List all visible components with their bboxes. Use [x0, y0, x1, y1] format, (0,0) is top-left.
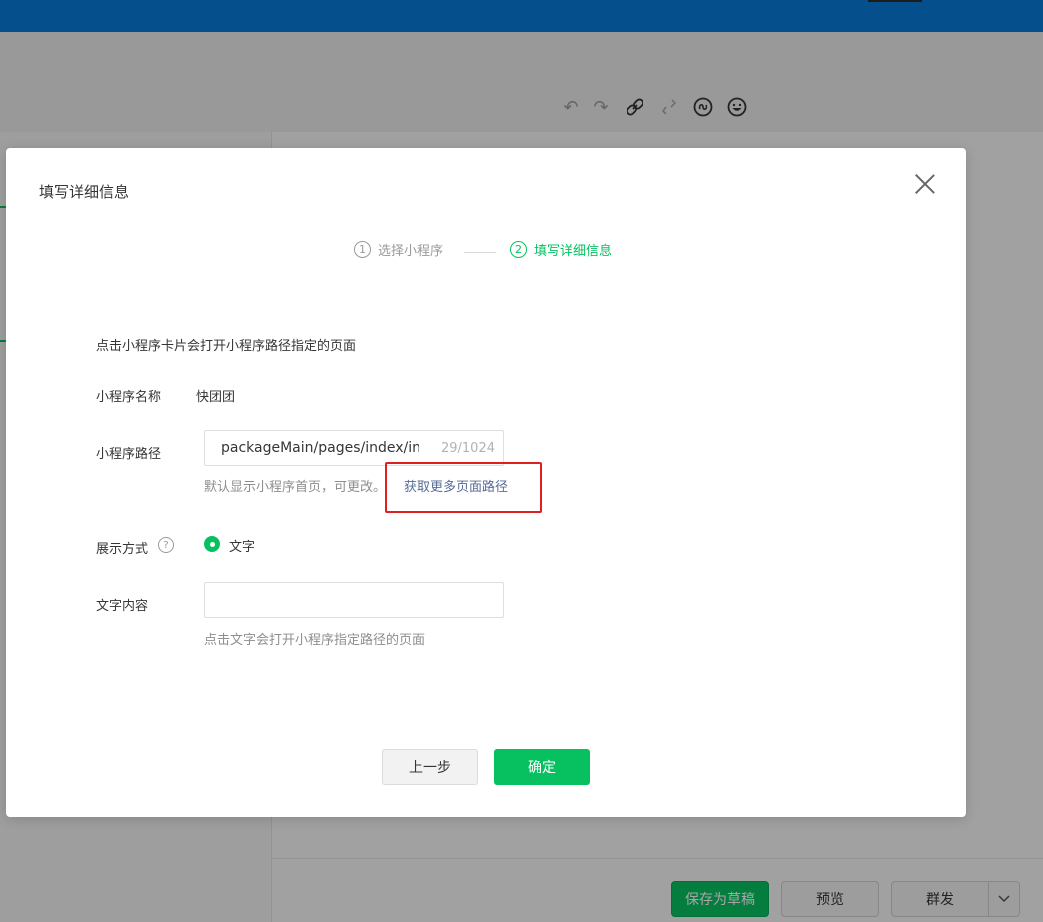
- dialog-description: 点击小程序卡片会打开小程序路径指定的页面: [96, 339, 357, 354]
- text-radio-label[interactable]: 文字: [229, 536, 255, 555]
- text-radio[interactable]: [204, 536, 220, 552]
- path-hint: 默认显示小程序首页，可更改。: [204, 480, 387, 495]
- path-char-count: 29/1024: [440, 441, 495, 456]
- display-mode-label: 展示方式: [96, 542, 149, 557]
- name-label: 小程序名称: [96, 390, 162, 405]
- path-input-value: packageMain/pages/index/index: [221, 440, 419, 456]
- step-label: 填写详细信息: [534, 244, 613, 259]
- close-icon[interactable]: [912, 171, 938, 197]
- highlight-box: [385, 462, 542, 513]
- step-number: 2: [510, 241, 527, 258]
- previous-step-button[interactable]: 上一步: [382, 749, 478, 785]
- step-fill-details: 2 填写详细信息: [510, 240, 612, 259]
- help-icon[interactable]: ?: [158, 537, 174, 553]
- step-number: 1: [354, 241, 371, 258]
- path-input[interactable]: packageMain/pages/index/index 29/1024: [204, 430, 504, 466]
- text-content-label: 文字内容: [96, 599, 149, 614]
- text-content-hint: 点击文字会打开小程序指定路径的页面: [204, 633, 426, 648]
- dialog-title: 填写详细信息: [39, 183, 130, 201]
- text-content-input[interactable]: [204, 582, 504, 618]
- miniprogram-detail-dialog: 填写详细信息 1 选择小程序 2 填写详细信息 点击小程序卡片会打开小程序路径指…: [6, 148, 966, 817]
- name-value: 快团团: [196, 390, 236, 405]
- path-label: 小程序路径: [96, 447, 162, 462]
- confirm-button[interactable]: 确定: [494, 749, 590, 785]
- step-label: 选择小程序: [378, 244, 444, 259]
- step-select-miniprogram: 1 选择小程序: [354, 240, 443, 259]
- step-divider: [464, 252, 496, 253]
